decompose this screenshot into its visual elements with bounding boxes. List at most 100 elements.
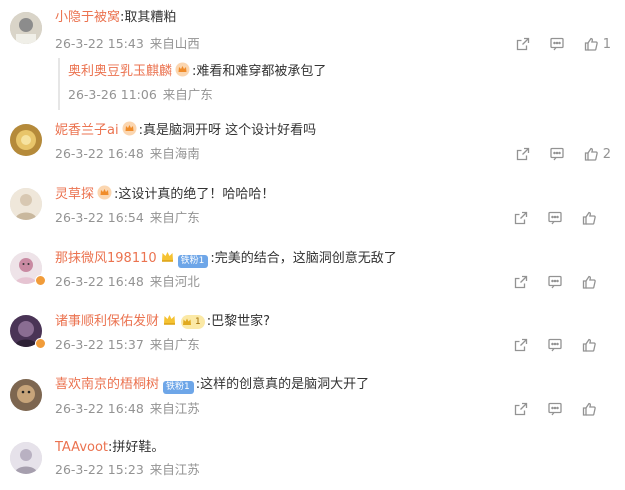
reply-text: 难看和难穿都被承包了 [196, 64, 327, 79]
avatar[interactable] [10, 188, 42, 220]
username[interactable]: 诸事顺利保佑发财 [55, 314, 159, 329]
comment-text: 巴黎世家? [211, 314, 271, 329]
reply-date: 26-3-26 11:06 [68, 87, 157, 102]
comment-text: 拼好鞋。 [112, 440, 165, 455]
comment-location: 来自广东 [149, 210, 200, 225]
crown-icon [161, 252, 173, 262]
repost-icon[interactable] [515, 36, 531, 52]
verified-badge [35, 275, 46, 286]
avatar[interactable] [10, 379, 42, 411]
comment-line: 妮香兰子ai:真是脑洞开呀 这个设计好看吗 [55, 121, 317, 138]
like-button[interactable] [581, 401, 597, 417]
comment-actions [495, 210, 611, 226]
comment-location: 来自海南 [149, 146, 200, 161]
like-icon [582, 402, 596, 416]
comment-item: 灵草探:这设计真的绝了！哈哈哈！ 26-3-22 16:54 来自广东 [0, 184, 625, 244]
comment-icon[interactable] [547, 337, 563, 353]
fan-badge: 铁粉1 [163, 381, 194, 394]
crown-icon [97, 185, 112, 200]
comment-location: 来自广东 [149, 337, 200, 352]
comment-location: 来自江苏 [149, 401, 200, 416]
repost-icon[interactable] [513, 274, 529, 290]
comment-line: 那抹微风198110 铁粉1:完美的结合，这脑洞创意无敌了 [55, 251, 397, 268]
comment-line: 喜欢南京的梧桐树 铁粉1:这样的创意真的是脑洞大开了 [55, 377, 370, 394]
comment-location: 来自江苏 [149, 462, 200, 477]
comment-meta: 26-3-22 15:43 来自山西 [55, 36, 200, 52]
like-button[interactable]: 1 [583, 36, 611, 52]
comment-actions [495, 337, 611, 353]
comment-line: 小隐于被窝:取其糟粕 [55, 10, 177, 25]
username[interactable]: 妮香兰子ai [55, 123, 119, 138]
comment-icon[interactable] [547, 401, 563, 417]
comment-icon[interactable] [547, 274, 563, 290]
username[interactable]: 喜欢南京的梧桐树 [55, 377, 159, 392]
reply-thread: 奥利奥豆乳玉麒麟:难看和难穿都被承包了 26-3-26 11:06 来自广东 [58, 58, 600, 110]
comment-item: 诸事顺利保佑发财 1:巴黎世家? 26-3-22 15:37 来自广东 [0, 311, 625, 371]
repost-icon[interactable] [513, 337, 529, 353]
username[interactable]: 那抹微风198110 [55, 251, 157, 266]
like-icon [582, 275, 596, 289]
level-number: 1 [195, 317, 201, 327]
comment-text: 完美的结合，这脑洞创意无敌了 [214, 251, 397, 266]
comment-icon[interactable] [549, 36, 565, 52]
like-icon [584, 147, 598, 161]
avatar[interactable] [10, 442, 42, 474]
verified-badge [35, 338, 46, 349]
repost-icon[interactable] [513, 401, 529, 417]
comment-date: 26-3-22 16:48 [55, 146, 144, 161]
comment-item: 喜欢南京的梧桐树 铁粉1:这样的创意真的是脑洞大开了 26-3-22 16:48 来… [0, 375, 625, 435]
like-button[interactable] [581, 210, 597, 226]
like-icon [582, 338, 596, 352]
crown-icon [122, 121, 137, 136]
username[interactable]: 灵草探 [55, 187, 94, 202]
level-badge: 1 [181, 315, 205, 329]
repost-icon[interactable] [515, 146, 531, 162]
comment-actions [495, 274, 611, 290]
crown-icon [164, 315, 176, 325]
comment-item: TAAvoot:拼好鞋。 26-3-22 15:23 来自江苏 [0, 438, 625, 490]
comment-icon[interactable] [547, 210, 563, 226]
username[interactable]: 小隐于被窝 [55, 10, 120, 25]
comment-text: 这样的创意真的是脑洞大开了 [200, 377, 370, 392]
comment-date: 26-3-22 15:43 [55, 36, 144, 51]
reply-username[interactable]: 奥利奥豆乳玉麒麟 [68, 64, 172, 79]
comment-meta: 26-3-22 16:48 来自河北 [55, 274, 200, 290]
like-button[interactable] [581, 337, 597, 353]
comment-actions: 2 [497, 146, 611, 162]
crown-icon [175, 62, 190, 77]
comment-actions: 1 [497, 36, 611, 52]
username[interactable]: TAAvoot [55, 440, 108, 455]
repost-icon[interactable] [513, 210, 529, 226]
like-button[interactable]: 2 [583, 146, 611, 162]
avatar[interactable] [10, 124, 42, 156]
comment-date: 26-3-22 16:48 [55, 401, 144, 416]
reply-line: 奥利奥豆乳玉麒麟:难看和难穿都被承包了 [68, 62, 327, 79]
comment-item: 那抹微风198110 铁粉1:完美的结合，这脑洞创意无敌了 26-3-22 16:… [0, 248, 625, 308]
comment-line: 诸事顺利保佑发财 1:巴黎世家? [55, 314, 271, 329]
comment-text: 真是脑洞开呀 这个设计好看吗 [142, 123, 317, 138]
comment-date: 26-3-22 15:37 [55, 337, 144, 352]
like-icon [582, 211, 596, 225]
comment-meta: 26-3-22 16:48 来自海南 [55, 146, 200, 162]
comment-date: 26-3-22 16:54 [55, 210, 144, 225]
comment-date: 26-3-22 16:48 [55, 274, 144, 289]
comment-location: 来自河北 [149, 274, 200, 289]
reply-location: 来自广东 [162, 87, 213, 102]
like-button[interactable] [581, 274, 597, 290]
comment-meta: 26-3-22 16:48 来自江苏 [55, 401, 200, 417]
comment-text: 取其糟粕 [124, 10, 177, 25]
comment-item: 妮香兰子ai:真是脑洞开呀 这个设计好看吗 26-3-22 16:48 来自海南 … [0, 120, 625, 180]
comment-line: TAAvoot:拼好鞋。 [55, 440, 165, 455]
comment-actions [495, 401, 611, 417]
like-count: 2 [602, 146, 611, 162]
comment-location: 来自山西 [149, 36, 200, 51]
like-count: 1 [602, 36, 611, 52]
comment-date: 26-3-22 15:23 [55, 462, 144, 477]
reply-meta: 26-3-26 11:06 来自广东 [68, 87, 213, 103]
fan-badge: 铁粉1 [177, 255, 209, 268]
avatar[interactable] [10, 12, 42, 44]
comment-text: 这设计真的绝了！哈哈哈！ [118, 187, 275, 202]
comment-meta: 26-3-22 16:54 来自广东 [55, 210, 200, 226]
comment-meta: 26-3-22 15:37 来自广东 [55, 337, 200, 353]
comment-icon[interactable] [549, 146, 565, 162]
